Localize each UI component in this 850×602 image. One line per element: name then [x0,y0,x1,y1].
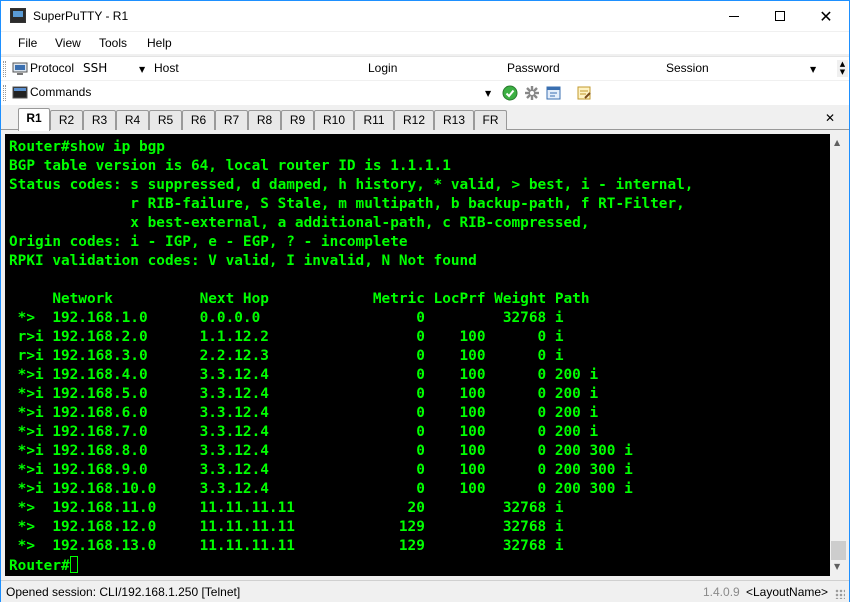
tab-fr[interactable]: FR [474,110,507,130]
terminal-line: *>i 192.168.5.0 3.3.12.4 0 100 0 200 i [9,386,599,402]
terminal-line: r>i 192.168.2.0 1.1.12.2 0 100 0 i [9,329,564,345]
scroll-up-icon[interactable]: ▲ [834,138,840,147]
terminal-line: x best-external, a additional-path, c RI… [9,215,590,231]
session-select[interactable]: ▼ [713,59,823,78]
scroll-down-icon[interactable]: ▼ [834,562,840,571]
menu-help[interactable]: Help [147,36,172,50]
layout-name-label[interactable]: <LayoutName> [746,585,828,599]
toolbar-overflow-button[interactable]: ▲ ▼ [837,60,848,77]
chevron-down-icon: ▼ [810,65,817,74]
gear-icon[interactable] [524,85,540,101]
session-status-text: Opened session: CLI/192.168.1.250 [Telne… [6,585,241,599]
send-check-icon[interactable] [502,85,518,101]
terminal-line: Network Next Hop Metric LocPrf Weight Pa… [9,291,590,307]
tab-r3[interactable]: R3 [83,110,116,130]
tab-r2[interactable]: R2 [50,110,83,130]
version-label: 1.4.0.9 [703,585,740,599]
window-title: SuperPuTTY - R1 [33,9,129,23]
tab-r8[interactable]: R8 [248,110,281,130]
script-window-icon[interactable] [546,85,562,101]
login-input[interactable] [405,59,500,78]
tab-r1[interactable]: R1 [18,108,50,131]
terminal-line: *> 192.168.13.0 11.11.11.11 129 32768 i [9,538,564,554]
minimize-icon [729,15,739,17]
commands-toolbar: Commands ▼ [1,81,849,105]
app-window: SuperPuTTY - R1 ✕ File View Tools Help P… [0,0,850,602]
terminal-icon [12,86,28,99]
computer-icon [12,62,28,75]
terminal-output: Router#show ip bgp BGP table version is 6… [9,138,693,576]
terminal-line: r RIB-failure, S Stale, m multipath, b b… [9,196,685,212]
terminal-line: Status codes: s suppressed, d damped, h … [9,177,694,193]
terminal-cursor [69,556,78,573]
terminal-line: r>i 192.168.3.0 2.2.12.3 0 100 0 i [9,348,564,364]
menu-view[interactable]: View [55,36,81,50]
commands-label: Commands [30,85,92,99]
password-label: Password [507,61,560,75]
terminal-scrollbar[interactable]: ▲ ▼ [830,134,847,576]
terminal-screen[interactable]: Router#show ip bgp BGP table version is 6… [5,134,830,576]
terminal-line: Origin codes: i - IGP, e - EGP, ? - inco… [9,234,408,250]
tab-r10[interactable]: R10 [314,110,354,130]
title-bar[interactable]: SuperPuTTY - R1 ✕ [1,1,849,31]
tab-r7[interactable]: R7 [215,110,248,130]
putty-app-icon [10,8,26,23]
connection-toolbar: Protocol SSH ▼ Host Login Password Sessi… [1,56,849,80]
protocol-value: SSH [83,61,108,75]
terminal-line: *> 192.168.1.0 0.0.0.0 0 32768 i [9,310,564,326]
minimize-button[interactable] [711,1,757,31]
terminal-line: RPKI validation codes: V valid, I invali… [9,253,477,269]
close-tab-icon[interactable]: ✕ [825,111,835,125]
toolbar-grip[interactable] [3,61,6,77]
terminal-line: *>i 192.168.7.0 3.3.12.4 0 100 0 200 i [9,424,599,440]
terminal-prompt-line: Router# [9,556,693,576]
terminal-line: BGP table version is 64, local router ID… [9,158,451,174]
host-input[interactable] [186,59,361,78]
maximize-button[interactable] [757,1,803,31]
tab-r11[interactable]: R11 [354,110,394,130]
protocol-label: Protocol [30,61,75,75]
terminal-line: *>i 192.168.9.0 3.3.12.4 0 100 0 200 300… [9,462,633,478]
terminal-prompt: Router# [9,558,70,574]
menu-bar: File View Tools Help [1,32,849,54]
tab-r4[interactable]: R4 [116,110,149,130]
terminal-line: *>i 192.168.6.0 3.3.12.4 0 100 0 200 i [9,405,599,421]
terminal-line: *>i 192.168.10.0 3.3.12.4 0 100 0 200 30… [9,481,633,497]
password-input[interactable] [563,59,658,78]
chevron-down-icon: ▼ [485,89,492,98]
edit-notes-icon[interactable] [576,85,592,101]
close-button[interactable]: ✕ [803,1,849,31]
protocol-select[interactable]: SSH ▼ [81,59,148,78]
terminal-line: Router#show ip bgp [9,139,165,155]
login-label: Login [368,61,398,75]
chevron-down-icon: ▼ [139,65,146,74]
terminal-line: *> 192.168.11.0 11.11.11.11 20 32768 i [9,500,564,516]
host-label: Host [154,61,179,75]
session-label: Session [666,61,709,75]
tab-r5[interactable]: R5 [149,110,182,130]
menu-file[interactable]: File [18,36,37,50]
terminal-line: *>i 192.168.8.0 3.3.12.4 0 100 0 200 300… [9,443,633,459]
maximize-icon [775,11,785,21]
terminal-line: *>i 192.168.4.0 3.3.12.4 0 100 0 200 i [9,367,599,383]
terminal-line: *> 192.168.12.0 11.11.11.11 129 32768 i [9,519,564,535]
session-tab-strip: R1 R2 R3 R4 R5 R6 R7 R8 R9 R10 R11 R12 R… [1,107,849,131]
tab-r9[interactable]: R9 [281,110,314,130]
toolbar-grip[interactable] [3,85,6,101]
tab-r6[interactable]: R6 [182,110,215,130]
tab-r12[interactable]: R12 [394,110,434,130]
menu-tools[interactable]: Tools [99,36,127,50]
close-icon: ✕ [819,6,833,26]
tab-r13[interactable]: R13 [434,110,474,130]
status-bar: Opened session: CLI/192.168.1.250 [Telne… [1,580,849,602]
commands-input[interactable]: ▼ [101,83,496,102]
scrollbar-thumb[interactable] [831,541,846,560]
resize-grip[interactable] [835,589,845,599]
